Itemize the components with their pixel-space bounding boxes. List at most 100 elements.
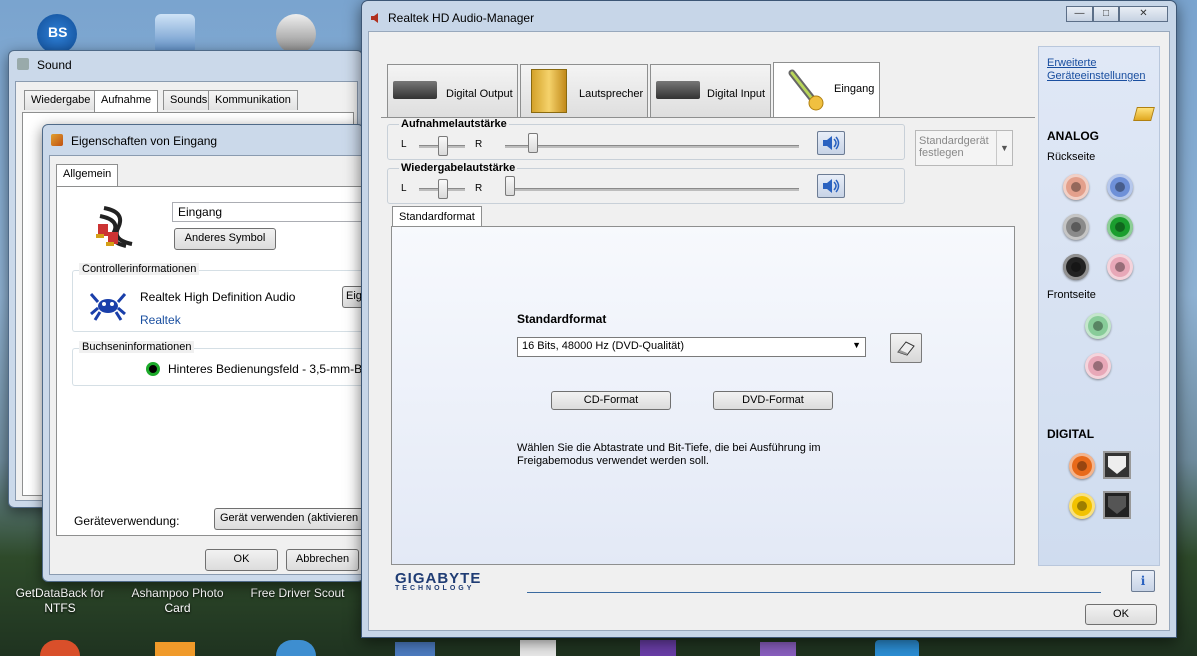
playback-volume-label: Wiedergabelautstärke bbox=[399, 162, 518, 174]
realtek-title-icon bbox=[370, 12, 382, 24]
record-volume-track bbox=[505, 145, 799, 148]
realtek-window: Realtek HD Audio-Manager — □ ✕ Digital O… bbox=[361, 0, 1177, 638]
green-jack-icon bbox=[146, 362, 160, 376]
realtek-window-title: Realtek HD Audio-Manager bbox=[388, 11, 535, 25]
record-mute-button[interactable] bbox=[817, 131, 845, 155]
spdif-yellow-jack[interactable] bbox=[1069, 493, 1095, 519]
tab-wiedergabe[interactable]: Wiedergabe bbox=[24, 90, 98, 110]
cable-icon bbox=[96, 198, 140, 248]
jack-rear-2[interactable] bbox=[1107, 174, 1133, 200]
jack-rear-1[interactable] bbox=[1063, 174, 1089, 200]
props-cancel-button[interactable]: Abbrechen bbox=[286, 549, 359, 571]
playback-volume-slider[interactable] bbox=[505, 176, 515, 196]
gigabyte-logo: GIGABYTE TECHNOLOGY bbox=[395, 570, 481, 592]
jack-rear-3[interactable] bbox=[1063, 214, 1089, 240]
eraser-icon bbox=[897, 341, 915, 356]
optical-in-icon[interactable] bbox=[1103, 491, 1131, 519]
desktop-icon-row-2b bbox=[155, 642, 195, 656]
tab-lautsprecher-label: Lautsprecher bbox=[579, 88, 644, 100]
record-balance-slider[interactable] bbox=[438, 136, 448, 156]
set-default-device-button[interactable]: Standardgerät festlegen ▼ bbox=[915, 130, 1013, 166]
desktop-icon-row-2h bbox=[875, 640, 919, 656]
chevron-down-icon: ▼ bbox=[852, 340, 861, 350]
digital-input-icon bbox=[656, 81, 700, 99]
bs-app-icon[interactable]: BS bbox=[37, 14, 77, 54]
playback-balance-left: L bbox=[401, 183, 407, 194]
speaker-volume-icon bbox=[823, 136, 840, 150]
change-icon-button[interactable]: Anderes Symbol bbox=[174, 228, 276, 250]
sound-window-title: Sound bbox=[37, 58, 72, 72]
playback-balance-slider[interactable] bbox=[438, 179, 448, 199]
realtek-body: Digital Output Lautsprecher Digital Inpu… bbox=[368, 31, 1170, 631]
maximize-button[interactable]: □ bbox=[1093, 6, 1119, 22]
desktop-icon-row-2f bbox=[640, 640, 676, 656]
jack-rear-6[interactable] bbox=[1107, 254, 1133, 280]
speaker-box-icon bbox=[531, 69, 567, 113]
device-name-field[interactable]: Eingang bbox=[172, 202, 364, 222]
desktop-icon-label-ashampoo[interactable]: Ashampoo Photo Card bbox=[130, 586, 225, 616]
bs-icon-text: BS bbox=[48, 24, 68, 40]
format-heading: Standardformat bbox=[517, 312, 607, 326]
tab-aufnahme[interactable]: Aufnahme bbox=[94, 90, 159, 112]
footer-divider bbox=[527, 592, 1101, 593]
desktop-icon-row-2c bbox=[276, 640, 316, 656]
playback-volume-track bbox=[505, 188, 799, 191]
minimize-button[interactable]: — bbox=[1066, 6, 1093, 22]
tab-kommunikation[interactable]: Kommunikation bbox=[208, 90, 298, 110]
tab-digital-input-label: Digital Input bbox=[707, 88, 766, 100]
jack-front-1[interactable] bbox=[1085, 313, 1111, 339]
info-button[interactable]: i bbox=[1131, 570, 1155, 592]
close-button[interactable]: ✕ bbox=[1119, 6, 1168, 22]
advanced-settings-link[interactable]: Erweiterte Geräteeinstellungen bbox=[1047, 57, 1157, 83]
desktop-icon-row-2 bbox=[40, 640, 80, 656]
record-volume-slider[interactable] bbox=[528, 133, 538, 153]
realtek-ok-button[interactable]: OK bbox=[1085, 604, 1157, 625]
analog-label: ANALOG bbox=[1047, 129, 1099, 143]
tab-lautsprecher[interactable]: Lautsprecher bbox=[520, 64, 648, 117]
monitor-app-icon[interactable] bbox=[155, 14, 195, 54]
tab-sounds[interactable]: Sounds bbox=[163, 90, 215, 110]
tab-eingang[interactable]: Eingang bbox=[773, 62, 880, 118]
dropdown-arrow-icon: ▼ bbox=[996, 131, 1012, 165]
tab-eingang-label: Eingang bbox=[834, 83, 875, 95]
desktop-icon-row-2g bbox=[760, 642, 796, 656]
desktop-icon-label-driverscout[interactable]: Free Driver Scout bbox=[245, 586, 350, 601]
tab-allgemein[interactable]: Allgemein bbox=[56, 164, 119, 186]
dvd-format-button[interactable]: DVD-Format bbox=[713, 391, 833, 410]
realtek-main-area: Digital Output Lautsprecher Digital Inpu… bbox=[377, 46, 1101, 626]
device-usage-select[interactable]: Gerät verwenden (aktivieren bbox=[214, 508, 364, 530]
front-label: Frontseite bbox=[1047, 289, 1096, 301]
desktop-icon-label-getdataback[interactable]: GetDataBack for NTFS bbox=[0, 586, 120, 616]
controller-name: Realtek High Definition Audio bbox=[140, 290, 296, 304]
tab-digital-input[interactable]: Digital Input bbox=[650, 64, 771, 117]
format-select-value: 16 Bits, 48000 Hz (DVD-Qualität) bbox=[522, 340, 685, 352]
optical-out-icon[interactable] bbox=[1103, 451, 1131, 479]
device-usage-label: Geräteverwendung: bbox=[74, 514, 180, 528]
folder-icon[interactable] bbox=[1133, 107, 1155, 121]
controller-vendor-link[interactable]: Realtek bbox=[140, 313, 181, 327]
format-description: Wählen Sie die Abtastrate und Bit-Tiefe,… bbox=[517, 442, 821, 467]
cd-format-button[interactable]: CD-Format bbox=[551, 391, 671, 410]
tab-digital-output-label: Digital Output bbox=[446, 88, 513, 100]
tab-digital-output[interactable]: Digital Output bbox=[387, 64, 518, 117]
subtab-standardformat[interactable]: Standardformat bbox=[392, 206, 482, 227]
properties-window-icon bbox=[51, 134, 63, 146]
format-select[interactable]: 16 Bits, 48000 Hz (DVD-Qualität) ▼ bbox=[517, 337, 866, 357]
spdif-coax-jack[interactable] bbox=[1069, 453, 1095, 479]
jack-rear-5[interactable] bbox=[1063, 254, 1089, 280]
jack-rear-4[interactable] bbox=[1107, 214, 1133, 240]
speaker-volume-icon-2 bbox=[823, 179, 840, 193]
jack-info-title: Buchseninformationen bbox=[79, 341, 195, 353]
playback-mute-button[interactable] bbox=[817, 174, 845, 198]
desktop-icon-row-2d bbox=[395, 642, 435, 656]
jack-front-2[interactable] bbox=[1085, 353, 1111, 379]
rear-label: Rückseite bbox=[1047, 151, 1096, 163]
record-balance-left: L bbox=[401, 139, 407, 150]
digital-label: DIGITAL bbox=[1047, 427, 1095, 441]
optical-out-inner bbox=[1108, 456, 1126, 474]
clock-app-icon[interactable] bbox=[276, 14, 316, 54]
format-panel: Standardformat 16 Bits, 48000 Hz (DVD-Qu… bbox=[391, 226, 1015, 565]
jack-info-text: Hinteres Bedienungsfeld - 3,5-mm-Bu bbox=[168, 362, 364, 376]
eraser-reset-button[interactable] bbox=[890, 333, 922, 363]
props-ok-button[interactable]: OK bbox=[205, 549, 278, 571]
